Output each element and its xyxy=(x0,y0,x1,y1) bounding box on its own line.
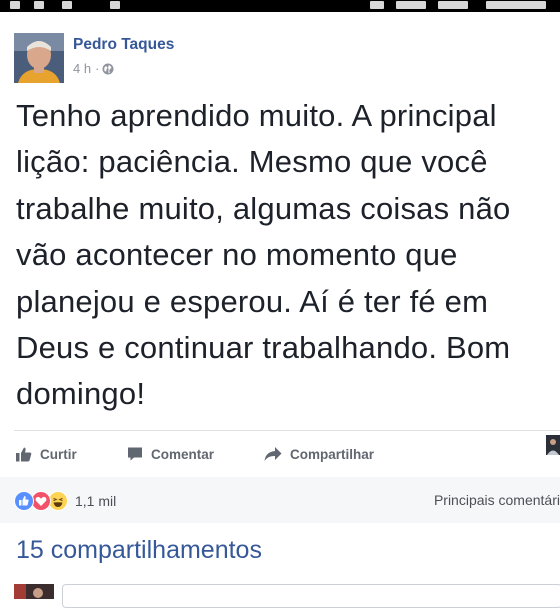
commenter-avatar xyxy=(14,584,54,599)
post-header: Pedro Taques 4 h · xyxy=(14,33,554,83)
wifi-icon xyxy=(396,1,426,9)
haha-reaction-icon xyxy=(48,491,68,511)
comment-button[interactable]: Comentar xyxy=(127,446,214,462)
share-button[interactable]: Compartilhar xyxy=(264,446,374,462)
author-name[interactable]: Pedro Taques xyxy=(73,36,174,54)
action-bar: Curtir Comentar Compartilhar xyxy=(0,440,560,476)
comment-input[interactable] xyxy=(62,584,560,608)
avatar[interactable] xyxy=(14,33,64,83)
page-avatar-thumbnail xyxy=(546,435,560,455)
post-time[interactable]: 4 h xyxy=(73,61,91,76)
share-label: Compartilhar xyxy=(290,446,375,462)
shares-count-link[interactable]: 15 compartilhamentos xyxy=(16,536,262,565)
like-button[interactable]: Curtir xyxy=(16,446,77,462)
post-text: Tenho aprendido muito. A principal lição… xyxy=(16,98,511,412)
meta-separator: · xyxy=(95,61,100,76)
battery-icon xyxy=(438,1,468,9)
reactions-summary[interactable]: 1,1 mil xyxy=(14,491,116,511)
reaction-count: 1,1 mil xyxy=(75,493,117,509)
share-arrow-icon xyxy=(264,447,282,461)
user-thumbnail-icon xyxy=(546,435,560,455)
comment-composer xyxy=(0,572,560,608)
top-comments-selector[interactable]: Principais comentári xyxy=(434,492,560,508)
comment-label: Comentar xyxy=(151,446,215,462)
reactions-row: 1,1 mil Principais comentári xyxy=(0,477,560,523)
globe-icon xyxy=(102,63,114,74)
notification-icon xyxy=(110,1,120,9)
divider xyxy=(14,430,560,431)
notification-icon xyxy=(34,1,44,9)
profile-photo-icon xyxy=(14,33,64,83)
like-reaction-icon xyxy=(14,491,34,511)
notification-icon xyxy=(10,1,20,9)
thumbs-up-icon xyxy=(16,447,32,462)
like-label: Curtir xyxy=(40,446,77,462)
status-bar xyxy=(0,0,560,12)
signal-icon xyxy=(370,1,384,9)
love-reaction-icon xyxy=(31,491,51,511)
clock-icon xyxy=(486,1,546,9)
comment-icon xyxy=(128,447,142,461)
notification-icon xyxy=(62,1,72,9)
post-meta: 4 h · xyxy=(73,61,114,76)
commenter-photo-icon xyxy=(14,584,54,599)
